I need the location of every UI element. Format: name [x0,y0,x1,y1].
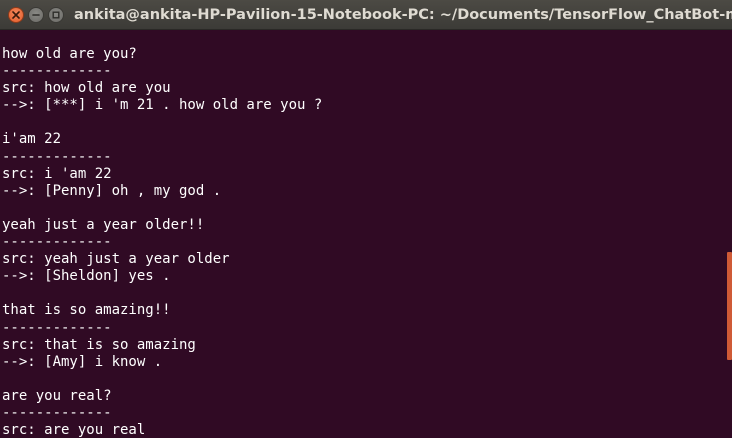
window-title: ankita@ankita-HP-Pavilion-15-Notebook-PC… [74,7,732,23]
terminal-area[interactable]: how old are you? ------------- src: how ol… [0,30,732,438]
terminal-line: src: how old are you [2,80,171,97]
terminal-line: src: i 'am 22 [2,165,112,182]
title-bar[interactable]: ankita@ankita-HP-Pavilion-15-Notebook-PC… [0,0,732,30]
maximize-icon [52,11,60,19]
terminal-line: how old are you? [2,46,137,62]
close-button[interactable] [8,7,24,23]
terminal-line: ------------- [2,63,112,80]
close-icon [12,11,20,19]
scrollbar-thumb[interactable] [727,252,732,360]
terminal-line: that is so amazing!! [2,302,171,319]
terminal-line: yeah just a year older!! [2,216,205,233]
terminal-line: src: yeah just a year older [2,251,230,268]
terminal-line: ------------- [2,148,112,165]
terminal-line: -->: [Amy] i know . [2,353,163,370]
minimize-button[interactable] [28,7,44,23]
terminal-line: -->: [***] i 'm 21 . how old are you ? [2,97,323,114]
terminal-line: ------------- [2,234,112,251]
maximize-button[interactable] [48,7,64,23]
terminal-line: ------------- [2,319,112,336]
terminal-output: how old are you? ------------- src: how ol… [2,46,322,438]
terminal-line: -->: [Penny] oh , my god . [2,182,222,199]
terminal-line: i'am 22 [2,131,62,148]
terminal-line: are you real? [2,387,112,404]
terminal-line: src: that is so amazing [2,336,196,353]
terminal-line: ------------- [2,404,112,421]
terminal-window: ankita@ankita-HP-Pavilion-15-Notebook-PC… [0,0,732,438]
terminal-line: src: are you real [2,422,146,438]
minimize-icon [32,14,40,16]
terminal-line: -->: [Sheldon] yes . [2,268,171,285]
